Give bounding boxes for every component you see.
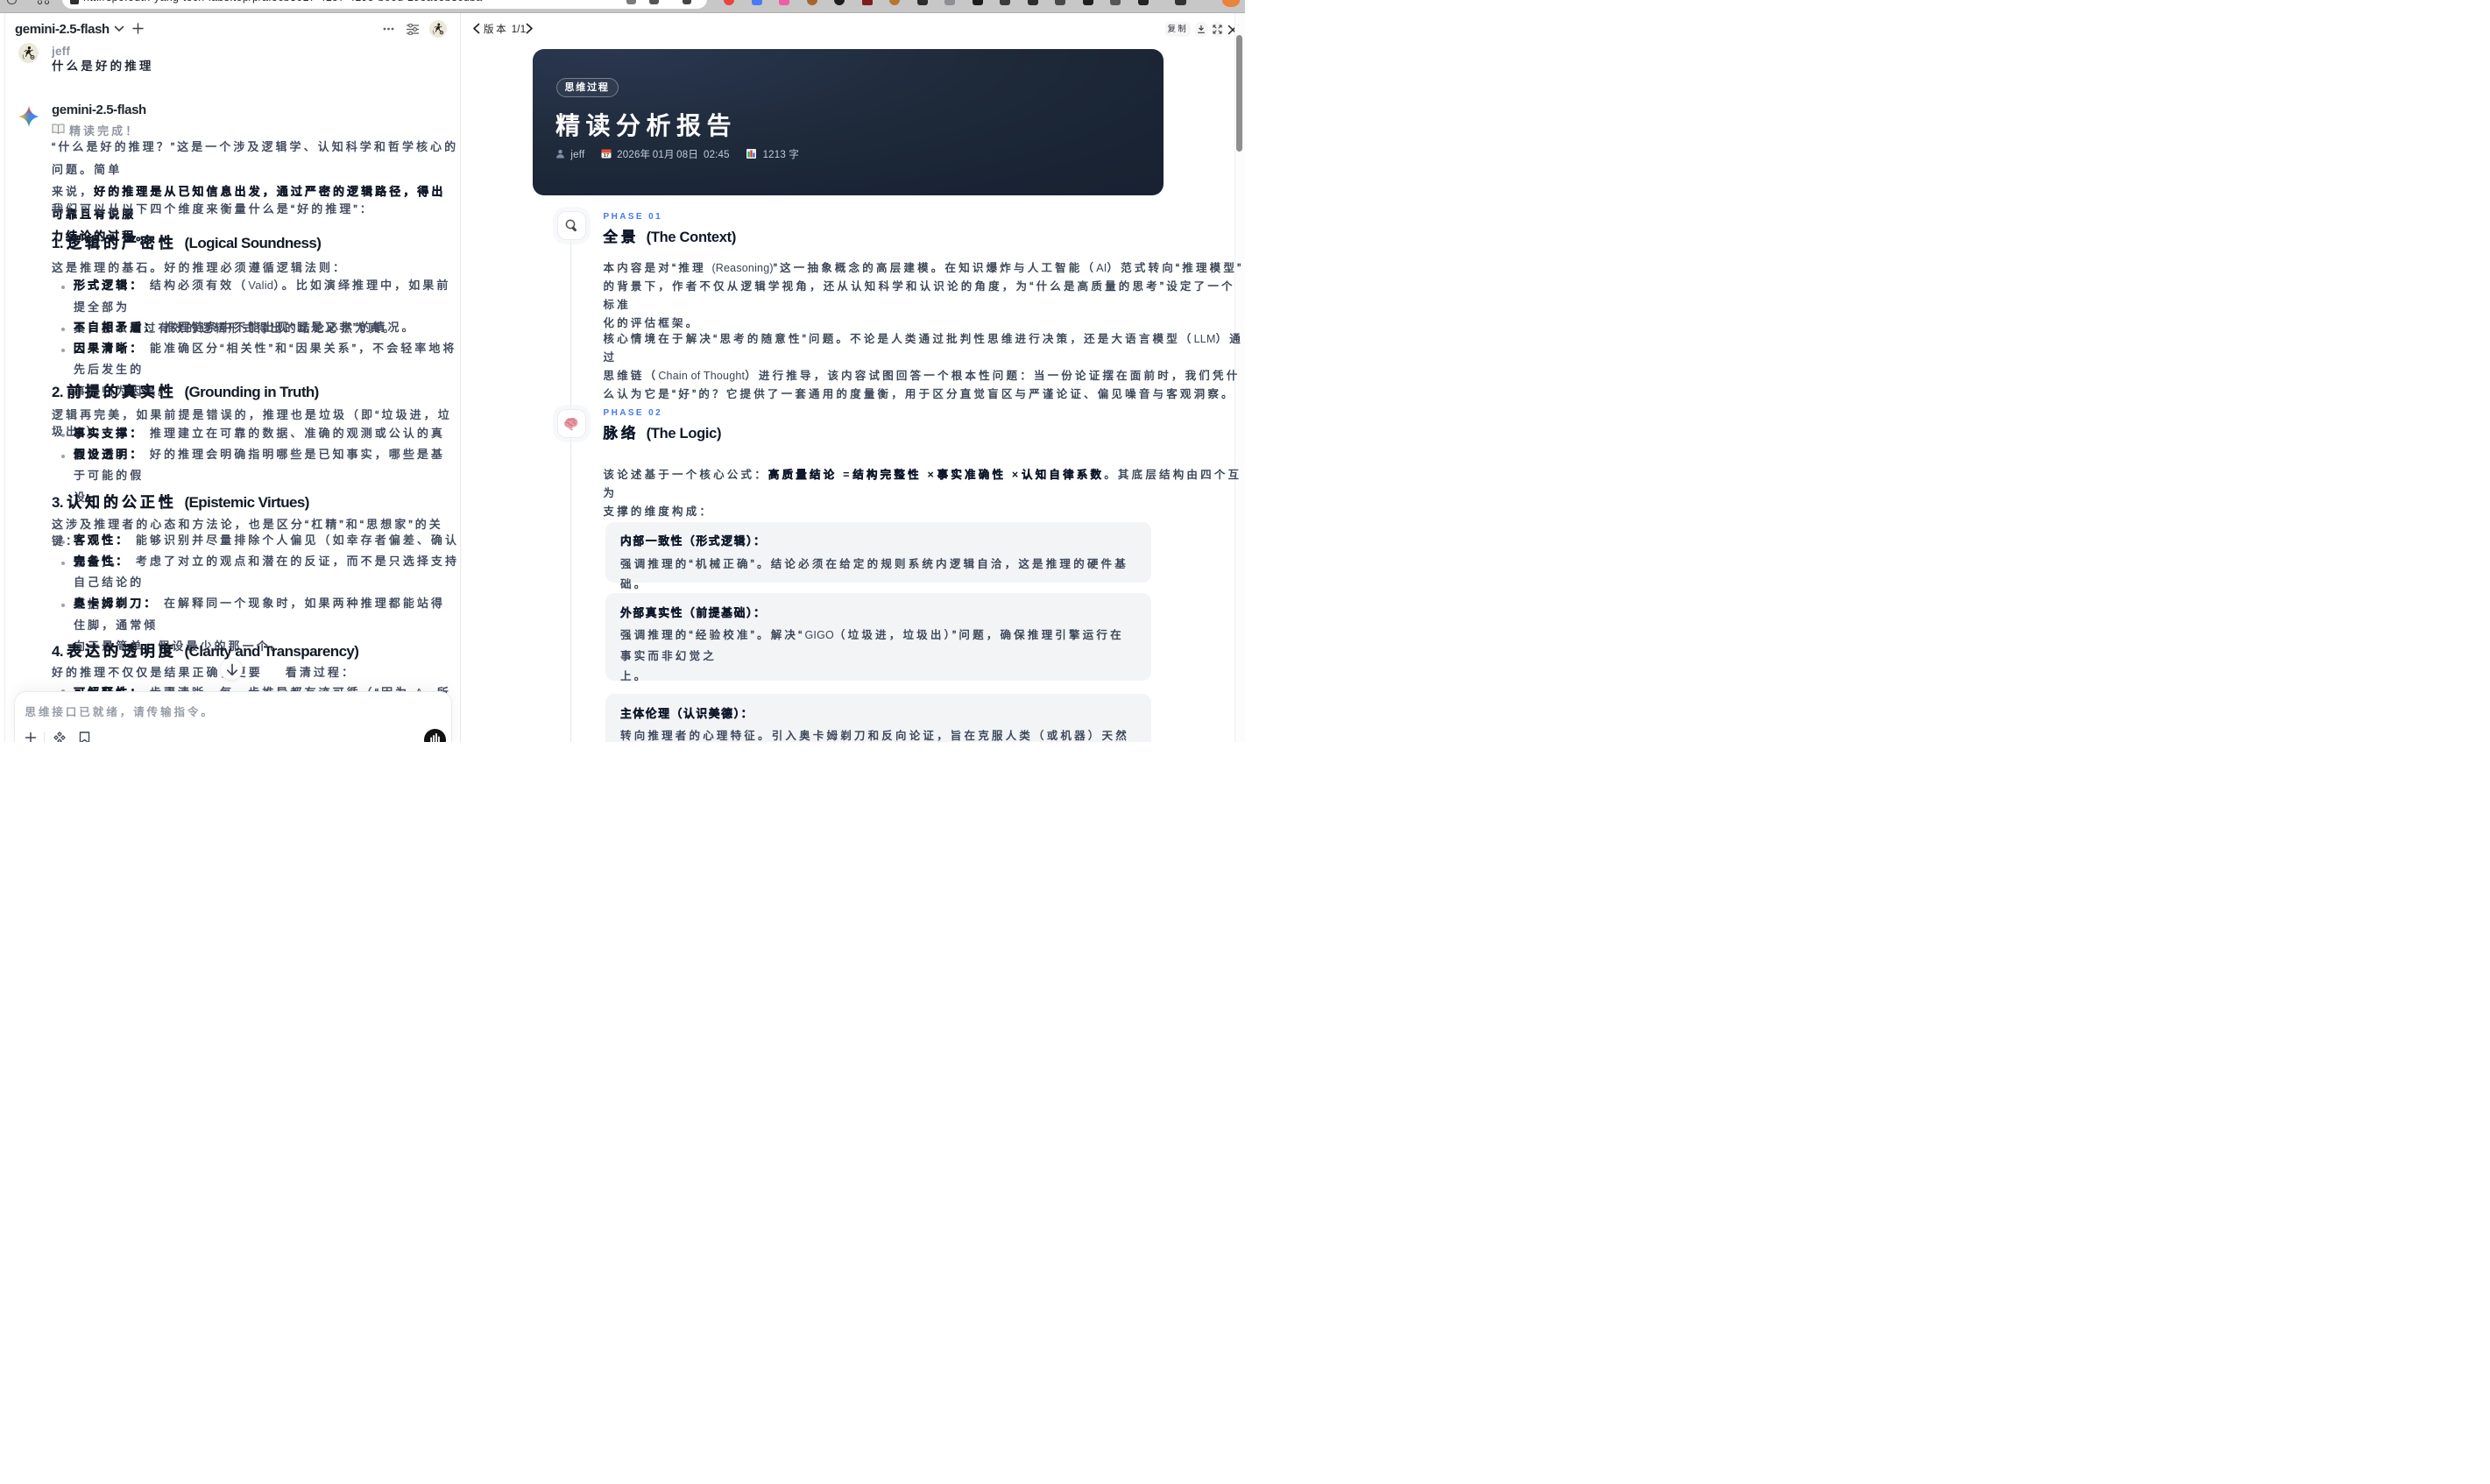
svg-text:17: 17: [603, 153, 609, 159]
